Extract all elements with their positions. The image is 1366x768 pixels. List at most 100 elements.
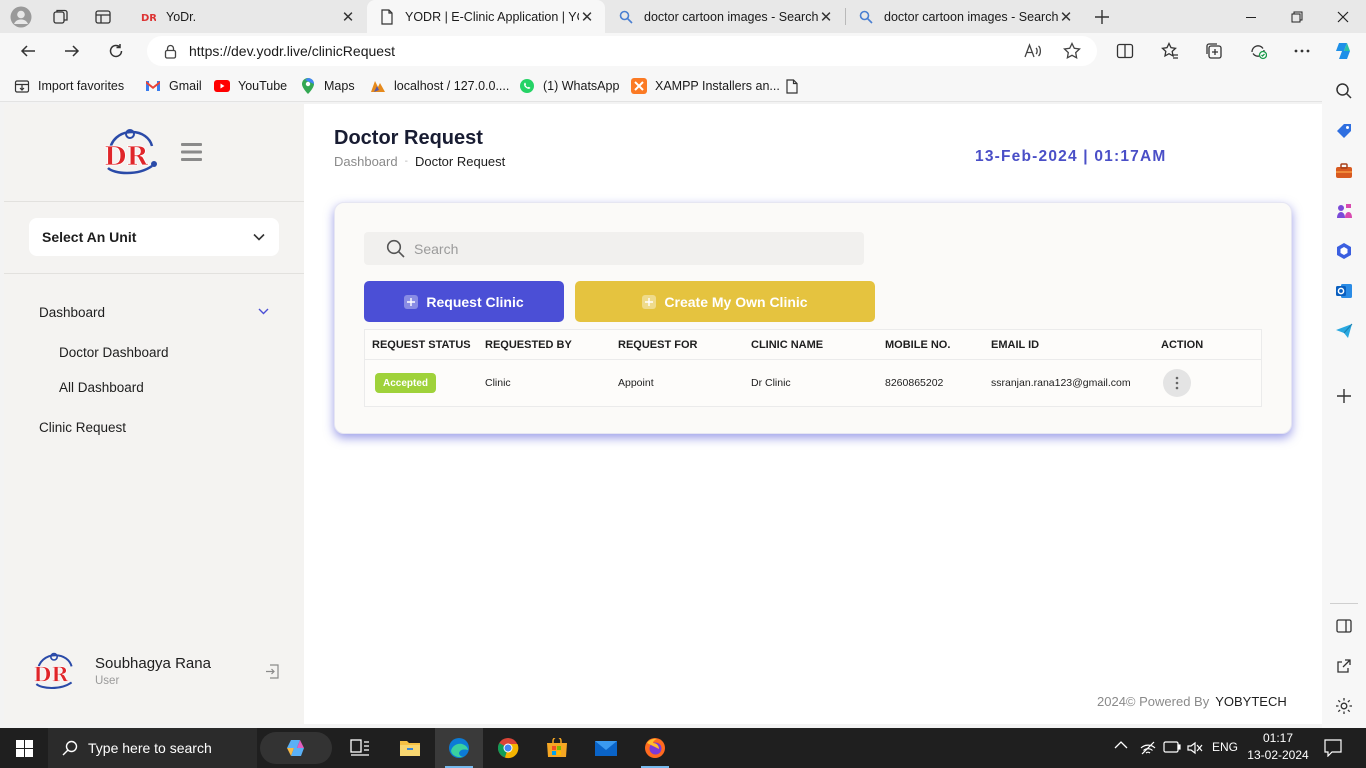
cell-request-for: Appoint (618, 377, 654, 389)
fav-import-favorites[interactable]: Import favorites (14, 77, 124, 95)
cell-requested-by: Clinic (485, 377, 511, 389)
col-clinic-name: CLINIC NAME (751, 339, 824, 351)
request-clinic-button[interactable]: Request Clinic (364, 281, 564, 322)
fav-label: YouTube (238, 79, 288, 93)
favorites-icon[interactable] (1155, 36, 1185, 66)
chevron-down-icon[interactable] (258, 308, 269, 315)
taskbar-search-placeholder: Type here to search (88, 740, 212, 756)
tab-search-2[interactable]: doctor cartoon images - Search I ✕ (846, 0, 1084, 33)
microsoft-store-icon[interactable] (533, 728, 581, 768)
tools-briefcase-icon[interactable] (1334, 161, 1354, 181)
footer: 2024© Powered By YOBYTECH (1097, 694, 1287, 709)
workspaces-icon[interactable] (52, 8, 70, 26)
search-favicon (858, 9, 874, 25)
add-icon[interactable] (1334, 386, 1354, 406)
split-screen-icon[interactable] (1110, 36, 1140, 66)
tab-yodr[interactable]: DR YoDr. ✕ (128, 0, 366, 33)
cell-email: ssranjan.rana123@gmail.com (991, 377, 1131, 389)
address-bar[interactable]: https://dev.yodr.live/clinicRequest (147, 36, 1097, 66)
taskbar-search[interactable]: Type here to search (48, 728, 257, 768)
close-tab-icon[interactable]: ✕ (1058, 9, 1074, 26)
create-own-clinic-button[interactable]: Create My Own Clinic (575, 281, 875, 322)
fav-gmail[interactable]: Gmail (145, 77, 202, 95)
favorite-star-icon[interactable] (1063, 42, 1081, 60)
network-icon[interactable] (1140, 739, 1156, 755)
close-tab-icon[interactable]: ✕ (579, 9, 595, 26)
search-icon[interactable] (1334, 81, 1354, 101)
file-explorer-icon[interactable] (386, 728, 434, 768)
other-favorites-icon[interactable] (786, 77, 798, 95)
fav-maps[interactable]: Maps (300, 77, 355, 95)
external-link-icon[interactable] (1334, 656, 1354, 676)
language-indicator[interactable]: ENG (1212, 740, 1238, 754)
battery-icon[interactable] (1163, 741, 1181, 753)
url-text[interactable]: https://dev.yodr.live/clinicRequest (189, 43, 395, 59)
col-request-for: REQUEST FOR (618, 339, 698, 351)
send-icon[interactable] (1334, 321, 1354, 341)
chrome-icon[interactable] (484, 728, 532, 768)
sidebar-item-all-dashboard[interactable]: All Dashboard (59, 380, 144, 395)
page-icon (379, 8, 395, 25)
more-menu-icon[interactable] (1287, 36, 1317, 66)
copilot-taskbar-icon[interactable] (260, 732, 332, 764)
sidebar-item-dashboard[interactable]: Dashboard (39, 305, 105, 320)
windows-start-icon[interactable] (0, 728, 48, 768)
read-aloud-icon[interactable] (1024, 43, 1042, 59)
restore-icon[interactable] (1274, 0, 1320, 33)
sidebar-item-doctor-dashboard[interactable]: Doctor Dashboard (59, 345, 169, 360)
lock-icon[interactable] (164, 44, 177, 59)
new-tab-icon[interactable] (1091, 6, 1113, 28)
sidebar-toggle-icon[interactable] (1334, 616, 1354, 636)
footer-company-link[interactable]: YOBYTECH (1215, 694, 1287, 709)
tab-title: doctor cartoon images - Search (644, 9, 818, 24)
unit-select[interactable]: Select An Unit (29, 218, 279, 256)
games-icon[interactable] (1334, 201, 1354, 221)
fav-localhost[interactable]: localhost / 127.0.0.... (370, 77, 509, 95)
close-tab-icon[interactable]: ✕ (340, 9, 356, 26)
tab-actions-icon[interactable] (94, 8, 112, 26)
performance-icon[interactable] (1243, 36, 1273, 66)
back-icon[interactable] (13, 36, 43, 66)
close-tab-icon[interactable]: ✕ (818, 9, 834, 26)
task-view-icon[interactable] (336, 728, 384, 768)
edge-browser-icon[interactable] (435, 728, 483, 768)
copilot-icon[interactable] (1329, 36, 1359, 66)
fav-youtube[interactable]: YouTube (214, 77, 287, 95)
fav-whatsapp[interactable]: (1) WhatsApp (519, 77, 619, 95)
notifications-icon[interactable] (1324, 739, 1342, 757)
search-favicon (618, 9, 634, 25)
current-datetime: 13-Feb-2024 | 01:17AM (975, 148, 1167, 165)
volume-muted-icon[interactable] (1187, 740, 1203, 756)
taskbar-clock[interactable]: 01:17 (1248, 731, 1308, 745)
forward-icon[interactable] (57, 36, 87, 66)
show-hidden-icons-icon[interactable] (1114, 740, 1128, 750)
settings-gear-icon[interactable] (1334, 696, 1354, 716)
footer-powered: 2024© Powered By (1097, 694, 1210, 709)
shopping-tag-icon[interactable] (1334, 121, 1354, 141)
user-role: User (95, 675, 120, 687)
outlook-icon[interactable] (1334, 281, 1354, 301)
breadcrumb-dashboard[interactable]: Dashboard (334, 154, 398, 169)
profile-icon[interactable] (10, 6, 32, 28)
taskbar-date[interactable]: 13-02-2024 (1243, 748, 1313, 762)
minimize-icon[interactable] (1228, 0, 1274, 33)
row-action-menu-icon[interactable] (1163, 369, 1191, 397)
refresh-icon[interactable] (101, 36, 131, 66)
sidebar-item-clinic-request[interactable]: Clinic Request (39, 420, 126, 435)
search-input[interactable]: Search (364, 232, 864, 265)
tab-search-1[interactable]: doctor cartoon images - Search ✕ (606, 0, 844, 33)
cell-mobile: 8260865202 (885, 377, 944, 389)
tab-eclinic[interactable]: YODR | E-Clinic Application | YODR ✕ (367, 0, 605, 33)
logout-icon[interactable] (265, 664, 280, 679)
hamburger-menu-icon[interactable] (181, 142, 202, 162)
mail-icon[interactable] (582, 728, 630, 768)
collections-icon[interactable] (1199, 36, 1229, 66)
gmail-icon (145, 78, 161, 94)
avatar[interactable]: DR (30, 652, 78, 692)
microsoft365-icon[interactable] (1334, 241, 1354, 261)
close-window-icon[interactable] (1320, 0, 1366, 33)
yodr-logo[interactable]: DR (100, 128, 160, 178)
fav-xampp[interactable]: XAMPP Installers an... (631, 77, 780, 95)
youtube-icon (214, 78, 230, 94)
firefox-icon[interactable] (631, 728, 679, 768)
